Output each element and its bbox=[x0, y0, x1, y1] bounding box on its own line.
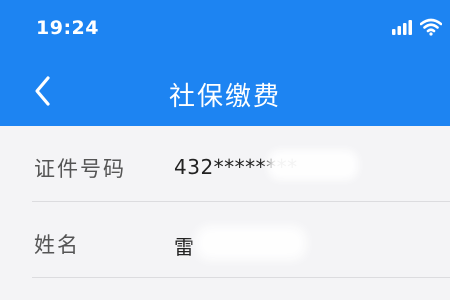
status-bar: 19:24 bbox=[0, 0, 450, 60]
name-row: 姓名 雷 bbox=[0, 202, 450, 278]
name-label: 姓名 bbox=[34, 233, 80, 257]
divider bbox=[32, 277, 450, 278]
header: 19:24 社保缴费 bbox=[0, 0, 450, 126]
redaction-mask bbox=[268, 150, 358, 180]
name-value: 雷 bbox=[174, 235, 195, 259]
page-title: 社保缴费 bbox=[168, 82, 281, 112]
wifi-icon bbox=[419, 18, 443, 36]
app-screen: 19:24 社保缴费 证件号码 432******** 姓名 雷 bbox=[0, 0, 450, 300]
id-number-label: 证件号码 bbox=[34, 157, 126, 181]
navbar: 社保缴费 bbox=[0, 60, 450, 126]
signal-icon bbox=[392, 20, 414, 35]
form-content: 证件号码 432******** 姓名 雷 bbox=[0, 126, 450, 300]
id-number-row: 证件号码 432******** bbox=[0, 126, 450, 202]
redaction-mask bbox=[196, 226, 306, 260]
status-time: 19:24 bbox=[36, 17, 99, 39]
